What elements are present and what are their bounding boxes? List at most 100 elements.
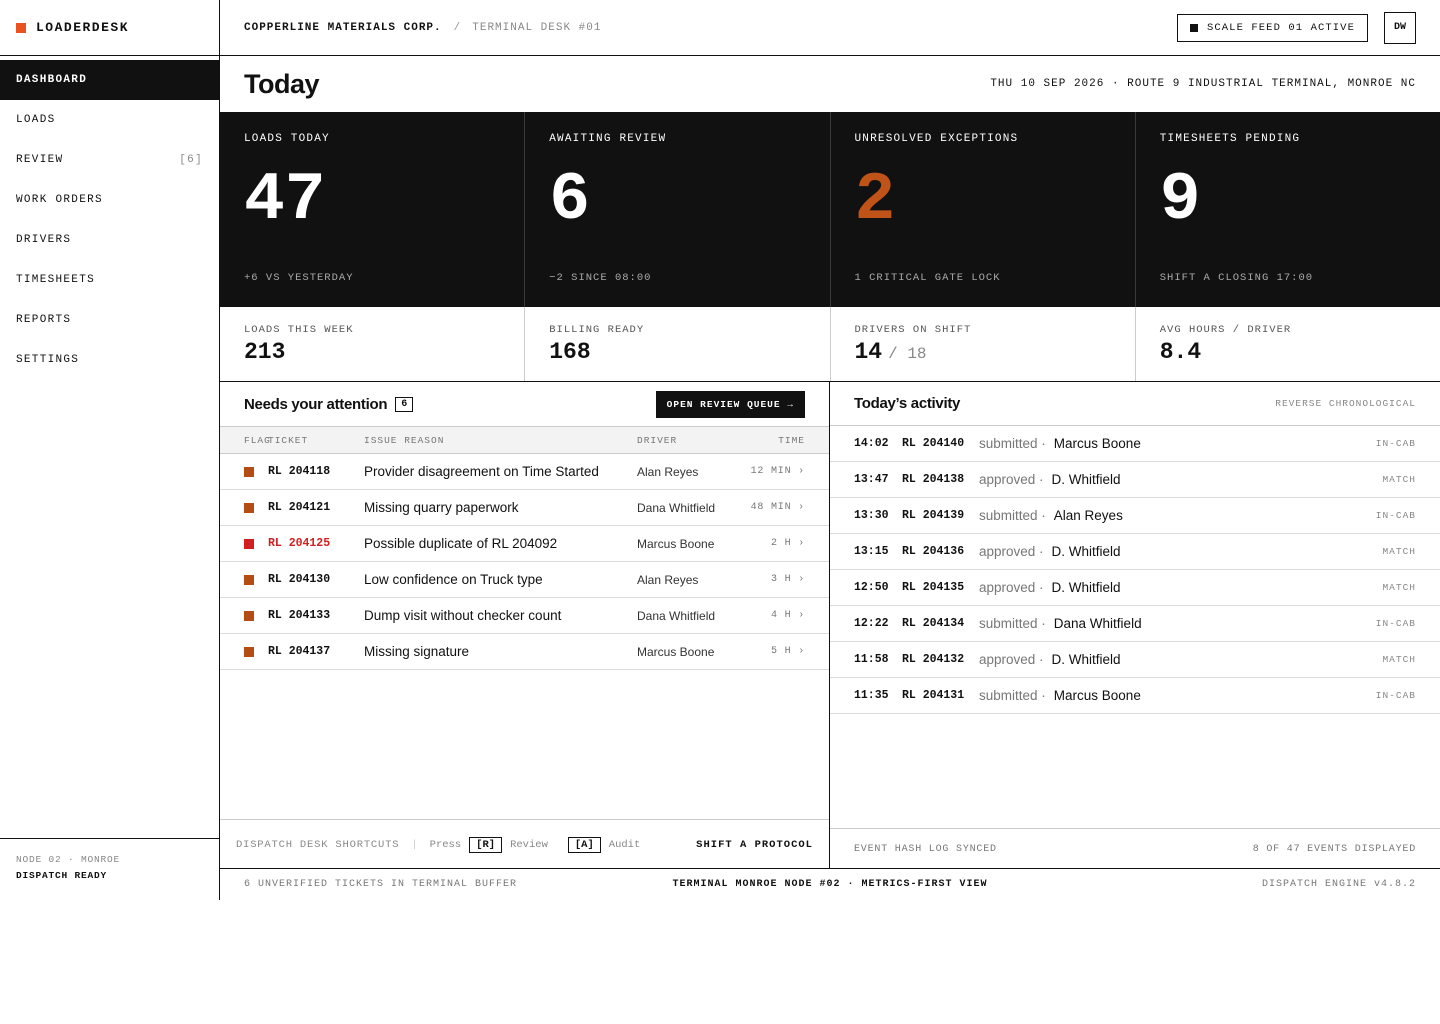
kpi-timesheets-pending[interactable]: TIMESHEETS PENDING 9 SHIFT A CLOSING 17:…: [1136, 112, 1440, 307]
flag-cell: [244, 610, 268, 621]
event-time: 13:15: [854, 545, 889, 558]
event-time: 11:58: [854, 653, 889, 666]
sidebar-item-timesheets[interactable]: TIMESHEETS: [0, 260, 219, 300]
sidebar-item-settings[interactable]: SETTINGS: [0, 340, 219, 380]
table-row[interactable]: RL 204137 Missing signature Marcus Boone…: [220, 634, 829, 670]
shortcuts-divider: |: [411, 838, 418, 851]
event-actor: D. Whitfield: [1051, 652, 1121, 667]
list-item[interactable]: 13:30 RL 204139 submitted · Alan Reyes I…: [830, 498, 1440, 534]
flag-cell: [244, 646, 268, 657]
scale-feed-status[interactable]: SCALE FEED 01 ACTIVE: [1176, 13, 1368, 42]
issue-reason: Missing signature: [364, 644, 470, 659]
event-source: MATCH: [1382, 654, 1416, 665]
column-header-ticket[interactable]: TICKET: [268, 435, 364, 446]
list-item[interactable]: 11:58 RL 204132 approved · D. Whitfield …: [830, 642, 1440, 678]
kpi-loads-today[interactable]: LOADS TODAY 47 +6 VS YESTERDAY: [220, 112, 526, 307]
time-ago: 5 H ›: [770, 646, 805, 657]
column-header-flag[interactable]: FLAG: [244, 435, 270, 446]
stat-label: BILLING READY: [549, 324, 645, 336]
open-review-queue-button[interactable]: OPEN REVIEW QUEUE →: [655, 390, 805, 418]
kpi-awaiting-review[interactable]: AWAITING REVIEW 6 −2 SINCE 08:00: [525, 112, 831, 307]
stat-total: / 18: [888, 345, 927, 363]
event-actor: Alan Reyes: [1053, 508, 1123, 523]
list-item[interactable]: 11:35 RL 204131 submitted · Marcus Boone…: [830, 678, 1440, 714]
list-item[interactable]: 12:50 RL 204135 approved · D. Whitfield …: [830, 570, 1440, 606]
breadcrumb-desk[interactable]: TERMINAL DESK #01: [472, 22, 601, 34]
stat-label: AVG HOURS / DRIVER: [1159, 324, 1292, 336]
attention-header: Needs your attention 6 OPEN REVIEW QUEUE…: [220, 382, 829, 426]
time-ago: 3 H ›: [770, 574, 805, 585]
sidebar-item-label: SETTINGS: [16, 354, 80, 366]
review-shortcut-key[interactable]: [R]: [469, 836, 503, 853]
audit-shortcut-key[interactable]: [A]: [567, 836, 601, 853]
list-item[interactable]: 12:22 RL 204134 submitted · Dana Whitfie…: [830, 606, 1440, 642]
column-header-driver[interactable]: DRIVER: [637, 435, 747, 446]
sidebar-item-reports[interactable]: REPORTS: [0, 300, 219, 340]
shift-protocol-link[interactable]: SHIFT A PROTOCOL: [696, 839, 813, 851]
sidebar-item-label: REPORTS: [16, 314, 72, 326]
sidebar-nav: DASHBOARD LOADS REVIEW [6] WORK ORDERS D…: [0, 56, 219, 380]
list-item[interactable]: 14:02 RL 204140 submitted · Marcus Boone…: [830, 426, 1440, 462]
table-row[interactable]: RL 204130 Low confidence on Truck type A…: [220, 562, 829, 598]
table-row[interactable]: RL 204121 Missing quarry paperwork Dana …: [220, 490, 829, 526]
page-title: Today: [244, 68, 320, 99]
table-row[interactable]: RL 204125 Possible duplicate of RL 20409…: [220, 526, 829, 562]
kpi-value: 6: [549, 162, 591, 239]
event-source: MATCH: [1382, 474, 1416, 485]
list-item[interactable]: 13:15 RL 204136 approved · D. Whitfield …: [830, 534, 1440, 570]
kpi-label: AWAITING REVIEW: [549, 133, 667, 145]
column-header-time[interactable]: TIME: [747, 435, 805, 446]
sidebar-item-loads[interactable]: LOADS: [0, 100, 219, 140]
panel-title: Today’s activity: [854, 395, 961, 412]
kpi-subtext: +6 VS YESTERDAY: [244, 272, 354, 284]
event-action: submitted ·: [979, 508, 1046, 523]
event-time: 12:50: [854, 581, 889, 594]
event-actor: Marcus Boone: [1053, 436, 1141, 451]
driver-name: Alan Reyes: [637, 572, 699, 587]
page-date-location: THU 10 SEP 2026 · ROUTE 9 INDUSTRIAL TER…: [990, 78, 1416, 90]
kpi-subtext: SHIFT A CLOSING 17:00: [1159, 272, 1314, 284]
stat-billing-ready: BILLING READY 168: [525, 307, 831, 381]
issue-reason: Provider disagreement on Time Started: [364, 464, 599, 479]
column-header-issue[interactable]: ISSUE REASON: [364, 435, 637, 446]
kpi-value: 9: [1159, 162, 1201, 239]
buffer-status: 6 UNVERIFIED TICKETS IN TERMINAL BUFFER: [244, 879, 518, 890]
driver-name: Alan Reyes: [637, 464, 699, 479]
table-row[interactable]: RL 204118 Provider disagreement on Time …: [220, 454, 829, 490]
ticket-id: RL 204121: [268, 501, 331, 514]
page-header: Today THU 10 SEP 2026 · ROUTE 9 INDUSTRI…: [220, 56, 1440, 112]
topbar: COPPERLINE MATERIALS CORP. / TERMINAL DE…: [220, 0, 1440, 56]
event-time: 12:22: [854, 617, 889, 630]
sidebar-item-review[interactable]: REVIEW [6]: [0, 140, 219, 180]
table-row[interactable]: RL 204133 Dump visit without checker cou…: [220, 598, 829, 634]
flag-icon: [244, 574, 254, 585]
stat-number: 8.4: [1159, 339, 1202, 365]
stat-value: 14 / 18: [855, 339, 1111, 365]
brand-name: LOADERDESK: [36, 20, 130, 35]
kpi-unresolved-exceptions[interactable]: UNRESOLVED EXCEPTIONS 2 1 CRITICAL GATE …: [831, 112, 1136, 307]
event-source: IN-CAB: [1375, 618, 1416, 629]
issue-reason: Low confidence on Truck type: [364, 572, 543, 587]
topbar-actions: SCALE FEED 01 ACTIVE DW: [1176, 11, 1416, 44]
event-ticket: RL 204139: [902, 509, 965, 522]
avatar[interactable]: DW: [1384, 11, 1416, 44]
sidebar-item-label: WORK ORDERS: [16, 194, 103, 206]
event-actor: Dana Whitfield: [1053, 616, 1142, 631]
sidebar-item-drivers[interactable]: DRIVERS: [0, 220, 219, 260]
sidebar-item-dashboard[interactable]: DASHBOARD: [0, 60, 219, 100]
flag-icon: [244, 646, 254, 657]
brand[interactable]: LOADERDESK: [0, 0, 219, 56]
attention-count-badge: 6: [395, 396, 414, 412]
event-actor: D. Whitfield: [1051, 472, 1121, 487]
event-actor: D. Whitfield: [1051, 544, 1121, 559]
event-action: submitted ·: [979, 436, 1046, 451]
sidebar-item-work-orders[interactable]: WORK ORDERS: [0, 180, 219, 220]
event-source: MATCH: [1382, 582, 1416, 593]
secondary-stats: LOADS THIS WEEK 213 BILLING READY 168 DR…: [220, 307, 1440, 382]
list-item[interactable]: 13:47 RL 204138 approved · D. Whitfield …: [830, 462, 1440, 498]
sidebar-item-label: DASHBOARD: [16, 74, 88, 86]
breadcrumb-org[interactable]: COPPERLINE MATERIALS CORP.: [244, 22, 442, 34]
activity-sort-order[interactable]: REVERSE CHRONOLOGICAL: [1275, 398, 1416, 409]
time-ago: 48 MIN ›: [750, 502, 805, 513]
brand-logo-icon: [16, 22, 26, 33]
